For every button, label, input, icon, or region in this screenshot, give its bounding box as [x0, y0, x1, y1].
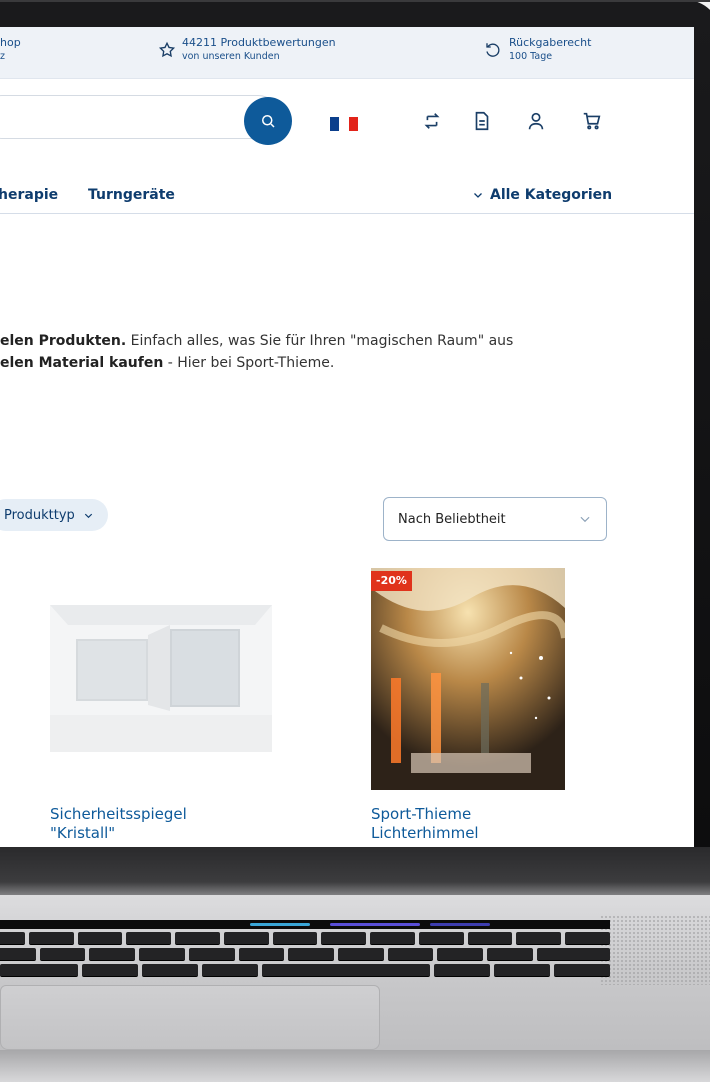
laptop-mockup: hop z 44211 Produktbewertungen von unser…	[0, 0, 710, 1082]
flag-blue	[330, 117, 340, 131]
screen-bezel-bottom	[0, 847, 710, 897]
compare-icon[interactable]	[420, 109, 444, 133]
reviews-info[interactable]: 44211 Produktbewertungen von unseren Kun…	[158, 36, 336, 64]
touchbar-glow-segment	[250, 923, 310, 926]
all-categories-label: Alle Kategorien	[490, 187, 613, 203]
keyboard-row	[0, 964, 611, 977]
product-title-line: Sport-Thieme	[371, 805, 472, 823]
intro-line1-rest: Einfach alles, was Sie für Ihren "magisc…	[126, 333, 514, 349]
product-type-filter[interactable]: Produkttyp	[0, 499, 108, 531]
search-button[interactable]	[244, 97, 292, 145]
intro-line2-bold: elen Material kaufen	[0, 355, 164, 371]
shop-sub: z	[0, 51, 5, 62]
search-icon	[262, 115, 275, 128]
laptop-screen: hop z 44211 Produktbewertungen von unser…	[0, 27, 694, 847]
sort-value: Nach Beliebtheit	[398, 511, 506, 527]
mirror-room-image	[50, 605, 272, 752]
shop-info[interactable]: hop z	[0, 36, 21, 64]
reviews-label: 44211 Produktbewertungen	[182, 36, 336, 49]
flag-red	[348, 117, 358, 131]
intro-line1-bold: elen Produkten.	[0, 333, 127, 349]
return-arrow-icon	[486, 43, 500, 57]
product-title-line: "Kristall"	[50, 824, 116, 842]
product-title-light-sky[interactable]: Sport-Thieme Lichterhimmel	[371, 805, 479, 843]
laptop-base-edge	[0, 1050, 710, 1082]
account-icon[interactable]	[524, 109, 548, 133]
top-info-bar: hop z 44211 Produktbewertungen von unser…	[0, 27, 694, 79]
nav-item-turngeraete[interactable]: Turngeräte	[88, 187, 175, 203]
return-info[interactable]: Rückgaberecht 100 Tage	[484, 36, 591, 64]
trackpad	[0, 985, 380, 1050]
star-icon	[158, 41, 176, 58]
all-categories-toggle[interactable]: Alle Kategorien	[472, 187, 612, 203]
product-title-mirror[interactable]: Sicherheitsspiegel "Kristall"	[50, 805, 187, 843]
product-type-label: Produkttyp	[4, 507, 75, 523]
category-nav: herapie Turngeräte Alle Kategorien	[0, 172, 694, 214]
lid-highlight	[0, 0, 710, 2]
flag-white	[339, 117, 349, 131]
search-input[interactable]	[0, 95, 280, 139]
intro-line2-rest: - Hier bei Sport-Thieme.	[163, 355, 335, 371]
light-sky-image	[371, 568, 565, 790]
speaker-grille	[600, 915, 710, 985]
sort-select[interactable]: Nach Beliebtheit	[383, 497, 607, 541]
product-title-line: Sicherheitsspiegel	[50, 805, 187, 823]
product-image-mirror[interactable]	[50, 605, 272, 752]
keyboard-row	[0, 932, 610, 945]
product-image-light-sky[interactable]	[371, 568, 565, 790]
return-label: Rückgaberecht	[509, 36, 592, 49]
cart-icon[interactable]	[580, 109, 604, 133]
keyboard-row	[0, 948, 611, 961]
chevron-down-icon	[474, 193, 482, 198]
chevron-down-icon	[84, 513, 92, 518]
language-flag-france[interactable]	[330, 117, 358, 131]
reviews-sub: von unseren Kunden	[182, 51, 280, 62]
discount-badge: -20%	[371, 571, 412, 591]
category-intro: elen Produkten. Einfach alles, was Sie f…	[0, 330, 513, 374]
shop-label: hop	[0, 36, 21, 49]
touchbar-glow-segment	[330, 923, 420, 926]
site-header	[0, 79, 694, 145]
return-sub: 100 Tage	[509, 51, 553, 62]
document-icon[interactable]	[470, 109, 494, 133]
touchbar-glow-segment	[430, 923, 490, 926]
nav-item-therapie[interactable]: herapie	[0, 187, 58, 203]
product-title-line: Lichterhimmel	[371, 824, 479, 842]
chevron-down-icon	[580, 516, 590, 523]
